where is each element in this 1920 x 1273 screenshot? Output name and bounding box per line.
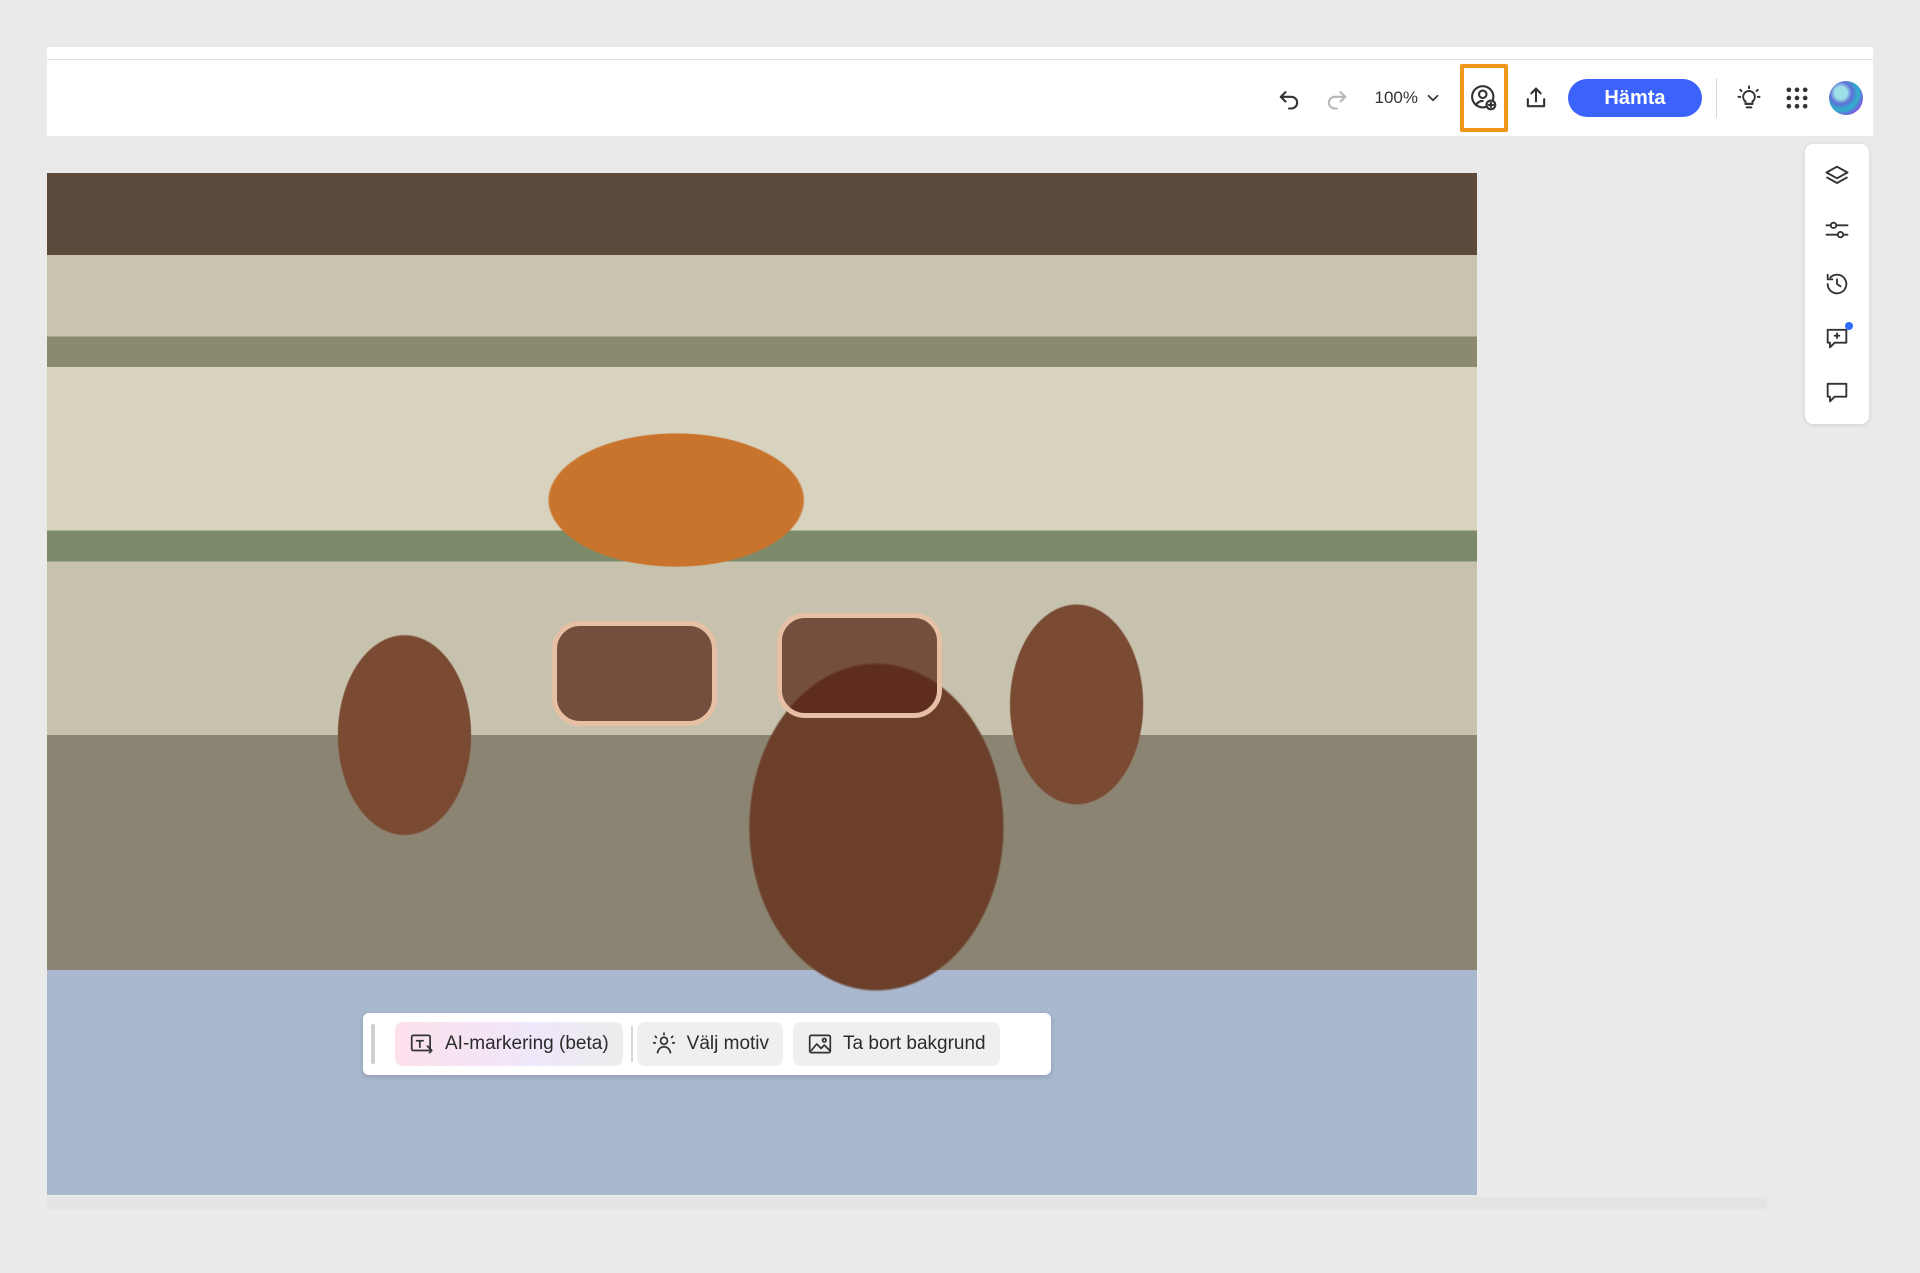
top-edge (47, 47, 1873, 60)
share-upload-icon (1526, 87, 1546, 108)
feedback-button[interactable] (1815, 316, 1859, 360)
lightbulb-icon (1737, 85, 1761, 109)
photo-lens-right (777, 613, 942, 718)
adjustments-button[interactable] (1815, 208, 1859, 252)
notification-dot (1845, 322, 1853, 330)
redo-button[interactable] (1315, 76, 1359, 120)
photo-detail (552, 613, 972, 726)
layers-button[interactable] (1815, 154, 1859, 198)
undo-button[interactable] (1267, 76, 1311, 120)
select-subject-icon (652, 1032, 675, 1054)
adjustments-icon (1825, 221, 1849, 239)
user-add-icon (1471, 85, 1497, 111)
select-subject-button[interactable]: Välj motiv (636, 1022, 784, 1066)
zoom-value: 100% (1374, 88, 1418, 107)
select-subject-label: Välj motiv (686, 1033, 770, 1054)
remove-background-button[interactable]: Ta bort bakgrund (793, 1022, 1000, 1066)
ai-select-icon (410, 1034, 433, 1054)
top-toolbar: 100% Hämta (47, 60, 1873, 136)
apps-button[interactable] (1775, 76, 1819, 120)
share-button[interactable] (1514, 76, 1558, 120)
remove-background-icon (808, 1034, 832, 1054)
toolbar-divider (1716, 78, 1717, 118)
tips-button[interactable] (1727, 76, 1771, 120)
comment-icon (1826, 382, 1848, 403)
selection-toolbar: AI-markering (beta) Välj motiv Ta bort b… (363, 1013, 1051, 1075)
toolbar-actions: 100% Hämta (1265, 60, 1863, 136)
zoom-dropdown[interactable]: 100% (1367, 88, 1450, 108)
download-button[interactable]: Hämta (1568, 79, 1702, 117)
editor-app: 100% Hämta AI-markering (beta) Välj moti… (47, 47, 1873, 1227)
history-icon (1826, 273, 1848, 295)
remove-background-label: Ta bort bakgrund (843, 1033, 986, 1054)
bottom-edge (47, 1197, 1767, 1209)
avatar[interactable] (1829, 81, 1863, 115)
ai-select-label: AI-markering (beta) (445, 1033, 609, 1054)
undo-icon (1279, 91, 1298, 110)
ai-select-button[interactable]: AI-markering (beta) (395, 1022, 623, 1066)
redo-icon (1327, 91, 1346, 110)
photo-lens-left (552, 621, 717, 726)
drag-handle[interactable] (371, 1024, 375, 1064)
selection-divider (630, 1026, 633, 1062)
chevron-down-icon (1427, 94, 1439, 102)
comments-button[interactable] (1815, 370, 1859, 414)
invite-button[interactable] (1460, 64, 1508, 132)
side-panel (1805, 144, 1869, 424)
app-grid-icon (1786, 87, 1808, 109)
history-button[interactable] (1815, 262, 1859, 306)
layers-icon (1825, 165, 1849, 184)
